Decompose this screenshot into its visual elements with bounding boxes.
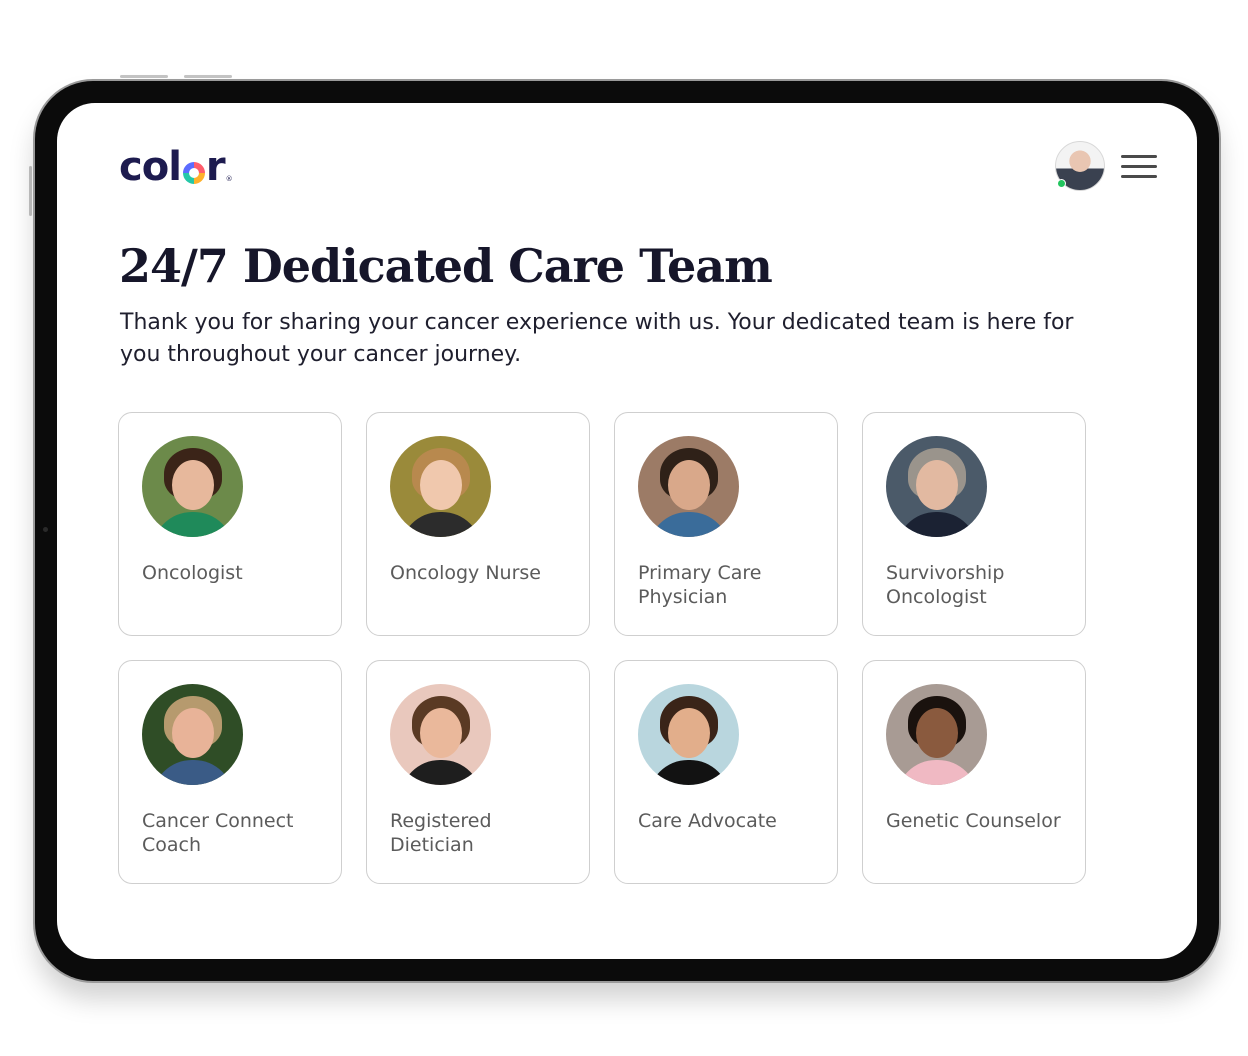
care-team-card[interactable]: Genetic Counselor: [862, 660, 1086, 884]
team-member-photo: [638, 436, 739, 537]
photo-face: [916, 708, 958, 758]
photo-face: [172, 460, 214, 510]
care-team-card[interactable]: Care Advocate: [614, 660, 838, 884]
care-team-card[interactable]: Primary Care Physician: [614, 412, 838, 636]
photo-face: [420, 708, 462, 758]
registered-mark: ®: [225, 175, 233, 183]
online-status-dot: [1057, 179, 1066, 188]
care-team-card[interactable]: Oncologist: [118, 412, 342, 636]
care-team-card[interactable]: Registered Dietician: [366, 660, 590, 884]
team-member-role: Cancer Connect Coach: [142, 810, 294, 856]
team-member-photo: [886, 436, 987, 537]
device-volume-button: [120, 75, 168, 78]
device-power-button: [29, 166, 32, 216]
photo-face: [916, 460, 958, 510]
team-member-role: Oncologist: [142, 562, 243, 584]
care-team-card[interactable]: Oncology Nurse: [366, 412, 590, 636]
photo-body: [400, 760, 482, 785]
logo-text-left: col: [119, 144, 182, 190]
team-member-photo: [886, 684, 987, 785]
team-member-photo: [638, 684, 739, 785]
care-team-grid: Oncologist Oncology Nurse Primary Care Phy…: [118, 412, 1088, 884]
photo-body: [648, 760, 730, 785]
team-member-role: Survivorship Oncologist: [886, 562, 1005, 608]
care-team-card[interactable]: Survivorship Oncologist: [862, 412, 1086, 636]
team-member-photo: [390, 436, 491, 537]
photo-face: [668, 460, 710, 510]
team-member-photo: [142, 684, 243, 785]
photo-body: [152, 512, 234, 537]
team-member-role: Oncology Nurse: [390, 562, 541, 584]
photo-body: [896, 512, 978, 537]
photo-body: [896, 760, 978, 785]
hamburger-menu-icon[interactable]: [1121, 155, 1157, 179]
color-logo[interactable]: col r ®: [119, 143, 233, 191]
tablet-device-frame: col r ® 24/7 Dedicated Care Team Thank y…: [35, 81, 1219, 981]
team-member-role: Genetic Counselor: [886, 810, 1061, 832]
team-member-photo: [390, 684, 491, 785]
page-subtitle: Thank you for sharing your cancer experi…: [120, 310, 1074, 367]
profile-avatar-button[interactable]: [1055, 141, 1105, 191]
page-title: 24/7 Dedicated Care Team: [119, 239, 773, 293]
photo-body: [400, 512, 482, 537]
photo-face: [668, 708, 710, 758]
logo-text-right: r: [205, 144, 226, 190]
photo-face: [172, 708, 214, 758]
photo-face: [420, 460, 462, 510]
team-member-role: Primary Care Physician: [638, 562, 762, 608]
photo-body: [648, 512, 730, 537]
team-member-role: Registered Dietician: [390, 810, 492, 856]
page: col r ® 24/7 Dedicated Care Team Thank y…: [0, 0, 1248, 1056]
care-team-card[interactable]: Cancer Connect Coach: [118, 660, 342, 884]
app-screen: col r ® 24/7 Dedicated Care Team Thank y…: [57, 103, 1197, 959]
camera-icon: [43, 527, 48, 532]
team-member-role: Care Advocate: [638, 810, 777, 832]
device-volume-button: [184, 75, 232, 78]
team-member-photo: [142, 436, 243, 537]
logo-ring-icon: [182, 162, 205, 184]
photo-body: [152, 760, 234, 785]
